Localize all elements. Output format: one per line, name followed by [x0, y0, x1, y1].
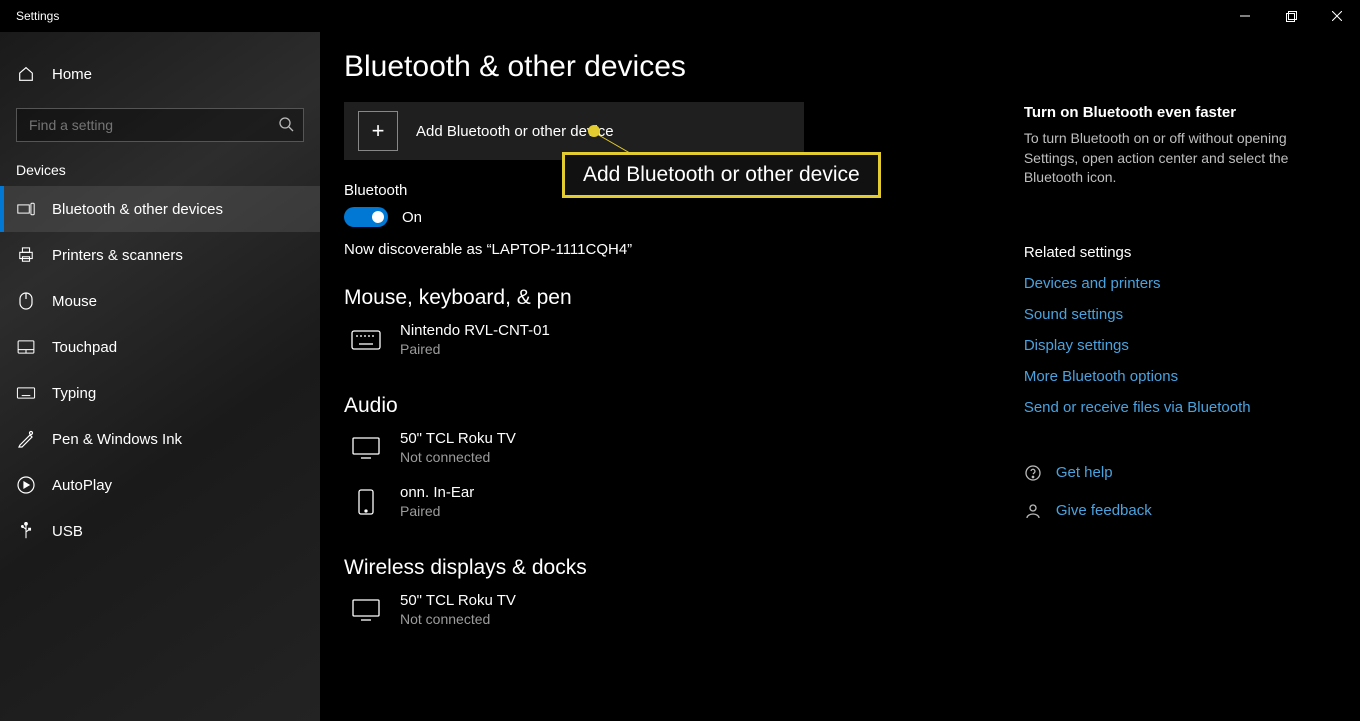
sidebar-item-label: Bluetooth & other devices — [52, 201, 223, 218]
main-content: Bluetooth & other devices + Add Bluetoot… — [320, 32, 1360, 721]
plus-icon: + — [358, 111, 398, 151]
link-devices-printers[interactable]: Devices and printers — [1024, 275, 1320, 292]
link-more-bluetooth[interactable]: More Bluetooth options — [1024, 368, 1320, 385]
sidebar-section-label: Devices — [0, 142, 320, 186]
device-row[interactable]: onn. In-Ear Paired — [344, 480, 976, 528]
printer-icon — [16, 247, 36, 263]
devices-icon — [16, 202, 36, 216]
group-audio-title: Audio — [344, 394, 976, 418]
get-help-link[interactable]: Get help — [1056, 464, 1113, 481]
tv-device-icon — [348, 592, 384, 628]
device-row[interactable]: 50" TCL Roku TV Not connected — [344, 426, 976, 474]
close-button[interactable] — [1314, 0, 1360, 32]
toggle-state: On — [402, 209, 422, 226]
device-status: Not connected — [400, 449, 516, 465]
device-row[interactable]: 50" TCL Roku TV Not connected — [344, 588, 976, 636]
sidebar-item-touchpad[interactable]: Touchpad — [0, 324, 320, 370]
annotation-dot — [588, 125, 600, 137]
sidebar-item-bluetooth[interactable]: Bluetooth & other devices — [0, 186, 320, 232]
give-feedback-row[interactable]: Give feedback — [1024, 502, 1320, 520]
window-title: Settings — [16, 9, 59, 23]
sidebar-item-label: Pen & Windows Ink — [52, 431, 182, 448]
sidebar-item-usb[interactable]: USB — [0, 508, 320, 554]
content-right: Turn on Bluetooth even faster To turn Bl… — [1024, 102, 1320, 636]
sidebar-item-label: USB — [52, 523, 83, 540]
add-device-label: Add Bluetooth or other device — [416, 123, 614, 140]
sidebar-home-label: Home — [52, 66, 92, 83]
search-container — [0, 96, 320, 142]
sidebar-item-mouse[interactable]: Mouse — [0, 278, 320, 324]
sidebar-item-label: Mouse — [52, 293, 97, 310]
link-display-settings[interactable]: Display settings — [1024, 337, 1320, 354]
sidebar-item-label: Typing — [52, 385, 96, 402]
feedback-icon — [1024, 502, 1042, 520]
group-wireless-title: Wireless displays & docks — [344, 556, 976, 580]
autoplay-icon — [16, 476, 36, 494]
page-title: Bluetooth & other devices — [344, 50, 1320, 84]
sidebar: Home Devices Bluetooth & other devices P… — [0, 32, 320, 721]
sidebar-home[interactable]: Home — [0, 52, 320, 96]
search-icon — [278, 116, 294, 132]
tip-title: Turn on Bluetooth even faster — [1024, 104, 1320, 121]
device-name: 50" TCL Roku TV — [400, 592, 516, 609]
keyboard-icon — [16, 387, 36, 399]
related-title: Related settings — [1024, 244, 1320, 261]
device-status: Paired — [400, 341, 550, 357]
sidebar-item-label: AutoPlay — [52, 477, 112, 494]
device-name: 50" TCL Roku TV — [400, 430, 516, 447]
device-status: Not connected — [400, 611, 516, 627]
discoverable-text: Now discoverable as “LAPTOP-1111CQH4” — [344, 241, 976, 258]
bluetooth-toggle[interactable] — [344, 207, 388, 227]
sidebar-item-label: Touchpad — [52, 339, 117, 356]
sidebar-item-typing[interactable]: Typing — [0, 370, 320, 416]
keyboard-device-icon — [348, 322, 384, 358]
device-name: onn. In-Ear — [400, 484, 474, 501]
pen-icon — [16, 430, 36, 448]
group-mouse-title: Mouse, keyboard, & pen — [344, 286, 976, 310]
home-icon — [16, 65, 36, 83]
touchpad-icon — [16, 340, 36, 354]
search-input[interactable] — [16, 108, 304, 142]
device-row[interactable]: Nintendo RVL-CNT-01 Paired — [344, 318, 976, 366]
help-icon — [1024, 464, 1042, 482]
maximize-button[interactable] — [1268, 0, 1314, 32]
device-status: Paired — [400, 503, 474, 519]
device-name: Nintendo RVL-CNT-01 — [400, 322, 550, 339]
get-help-row[interactable]: Get help — [1024, 464, 1320, 482]
annotation-callout: Add Bluetooth or other device — [562, 152, 881, 198]
phone-device-icon — [348, 484, 384, 520]
minimize-button[interactable] — [1222, 0, 1268, 32]
sidebar-item-label: Printers & scanners — [52, 247, 183, 264]
usb-icon — [16, 522, 36, 540]
sidebar-item-autoplay[interactable]: AutoPlay — [0, 462, 320, 508]
tip-body: To turn Bluetooth on or off without open… — [1024, 129, 1320, 188]
titlebar: Settings — [0, 0, 1360, 32]
sidebar-item-pen[interactable]: Pen & Windows Ink — [0, 416, 320, 462]
link-sound-settings[interactable]: Sound settings — [1024, 306, 1320, 323]
mouse-icon — [16, 292, 36, 310]
give-feedback-link[interactable]: Give feedback — [1056, 502, 1152, 519]
sidebar-item-printers[interactable]: Printers & scanners — [0, 232, 320, 278]
window-controls — [1222, 0, 1360, 32]
tv-device-icon — [348, 430, 384, 466]
link-send-receive-bt[interactable]: Send or receive files via Bluetooth — [1024, 399, 1320, 416]
